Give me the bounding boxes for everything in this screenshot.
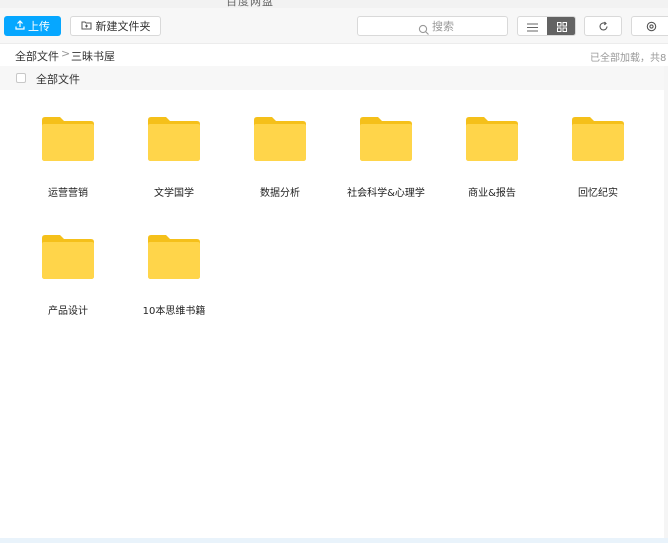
folder-item[interactable]: 运营营销 (18, 90, 118, 200)
search-input[interactable] (432, 18, 504, 34)
grid-view-icon (556, 17, 567, 35)
upload-icon (15, 19, 25, 33)
new-folder-button[interactable]: 新建文件夹 (70, 16, 161, 36)
breadcrumb-separator: > (61, 47, 71, 60)
upload-label: 上传 (28, 20, 50, 33)
folder-item[interactable]: 商业&报告 (442, 90, 542, 200)
new-folder-icon (81, 20, 92, 33)
settings-icon (646, 17, 657, 36)
list-view-button[interactable] (518, 17, 547, 35)
folder-name: 产品设计 (48, 306, 88, 317)
toolbar: 上传 新建文件夹 (0, 8, 668, 44)
search-box (357, 16, 508, 36)
select-all-checkbox[interactable] (16, 73, 26, 83)
folder-item[interactable]: 文学国学 (124, 90, 224, 200)
refresh-button[interactable] (584, 16, 622, 36)
settings-button[interactable] (631, 16, 668, 36)
breadcrumb-current: 三昧书屋 (71, 50, 115, 63)
search-icon (418, 21, 430, 35)
select-all-label: 全部文件 (36, 73, 80, 86)
folder-item[interactable]: 社会科学&心理学 (336, 90, 436, 200)
bottom-border (0, 538, 668, 543)
view-toggle (517, 16, 576, 36)
load-status: 已全部加载，共8 (590, 53, 667, 64)
folder-item[interactable]: 10本思维书籍 (124, 208, 224, 318)
folder-name: 文学国学 (154, 188, 194, 199)
breadcrumb-root[interactable]: 全部文件 (15, 48, 59, 64)
folder-name: 社会科学&心理学 (347, 188, 425, 199)
folder-name: 回忆纪实 (578, 188, 618, 199)
list-view-icon (527, 17, 538, 35)
folder-name: 10本思维书籍 (142, 306, 206, 317)
grid-view-button[interactable] (547, 17, 575, 35)
window-title: 百度网盘 (226, 0, 274, 8)
folder-item[interactable]: 产品设计 (18, 208, 118, 318)
folder-item[interactable]: 回忆纪实 (548, 90, 648, 200)
file-grid: 运营营销 文学国学 数据分析 社会科学&心理学 商业&报告 回忆纪实 产品设计 … (0, 90, 668, 538)
folder-name: 数据分析 (260, 188, 300, 199)
title-bar: 百度网盘 (0, 0, 668, 8)
upload-button[interactable]: 上传 (4, 16, 61, 36)
folder-item[interactable]: 数据分析 (230, 90, 330, 200)
select-all-row: 全部文件 (0, 66, 668, 90)
folder-name: 运营营销 (48, 188, 88, 199)
app-window: 百度网盘 上传 新建文件夹 搜索 全部文件 > 三昧书屋 已全部加载，共8 全部… (0, 0, 668, 543)
new-folder-label: 新建文件夹 (95, 20, 151, 33)
refresh-icon (598, 17, 609, 36)
folder-name: 商业&报告 (468, 188, 516, 199)
scroll-gutter (664, 66, 668, 538)
breadcrumb: 全部文件 > 三昧书屋 已全部加载，共8 (0, 44, 668, 66)
